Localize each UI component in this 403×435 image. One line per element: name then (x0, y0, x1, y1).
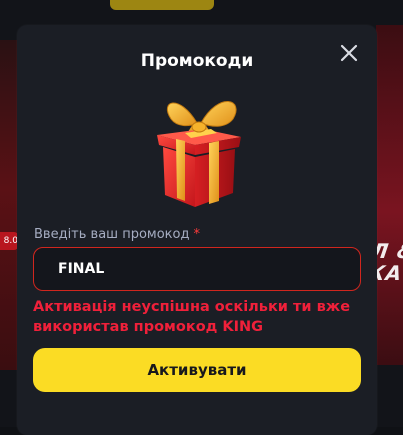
required-marker: * (193, 227, 200, 242)
promo-code-label-text: Введіть ваш промокод (34, 227, 190, 242)
error-message: Активація неуспішна оскільки ти вже вико… (33, 299, 351, 335)
gift-box-icon (157, 101, 241, 207)
close-button[interactable] (335, 39, 363, 67)
background-right-card (376, 25, 403, 365)
promo-code-modal: Промокоди Введіть ваш промокод * FINAL А… (17, 25, 377, 435)
promo-code-input[interactable] (33, 247, 361, 291)
background-button (110, 0, 214, 10)
activate-button[interactable]: Активувати (33, 348, 361, 392)
background-left-badge: 8.0 (0, 232, 18, 250)
modal-title: Промокоди (140, 51, 254, 71)
promo-code-label: Введіть ваш промокод * (34, 227, 200, 242)
background-left-card (0, 40, 18, 370)
close-icon (340, 44, 358, 62)
